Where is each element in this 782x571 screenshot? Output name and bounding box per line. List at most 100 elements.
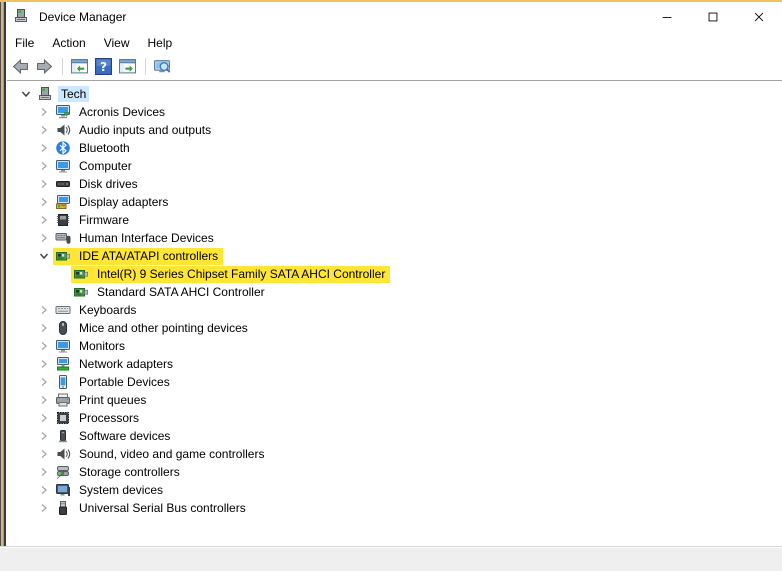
window-left-border: [0, 2, 7, 546]
device-manager-icon: [13, 8, 29, 24]
ide-controller-icon: [73, 284, 89, 300]
usb-icon: [55, 500, 71, 516]
chevron-right-icon[interactable]: [35, 211, 53, 229]
tree-item-content: Computer: [53, 158, 137, 175]
chevron-right-icon[interactable]: [35, 499, 53, 517]
tree-item-system-devices[interactable]: System devices: [7, 481, 782, 499]
toolbar-separator: [145, 58, 146, 75]
menu-help[interactable]: Help: [139, 34, 182, 52]
show-console-tree-button[interactable]: [68, 56, 90, 78]
title-bar: Device Manager: [0, 2, 782, 32]
chevron-down-icon[interactable]: [17, 85, 35, 103]
chevron-right-icon[interactable]: [35, 391, 53, 409]
tree-item-content: Standard SATA AHCI Controller: [71, 284, 270, 301]
tree-item-label: Standard SATA AHCI Controller: [94, 284, 268, 300]
tree-item-bluetooth[interactable]: Bluetooth: [7, 139, 782, 157]
chevron-right-icon[interactable]: [35, 409, 53, 427]
tree-item-sound-video-and-game-controllers[interactable]: Sound, video and game controllers: [7, 445, 782, 463]
tree-item-software-devices[interactable]: Software devices: [7, 427, 782, 445]
scan-computer-icon: [154, 58, 171, 75]
chevron-spacer: [53, 283, 71, 301]
tree-item-content: Software devices: [53, 428, 175, 445]
tree-item-audio-inputs-and-outputs[interactable]: Audio inputs and outputs: [7, 121, 782, 139]
chevron-right-icon[interactable]: [35, 139, 53, 157]
tree-item-acronis-devices[interactable]: Acronis Devices: [7, 103, 782, 121]
menu-file[interactable]: File: [6, 34, 43, 52]
tree-item-label: Keyboards: [76, 302, 139, 318]
chevron-right-icon[interactable]: [35, 175, 53, 193]
device-manager-window: Device Manager FileActionViewHelp ? Tech…: [0, 0, 782, 571]
tree-item-content: Network adapters: [53, 356, 178, 373]
tree-item-processors[interactable]: Processors: [7, 409, 782, 427]
forward-button[interactable]: [33, 56, 55, 78]
help-icon: ?: [95, 58, 112, 75]
window-top-accent: [0, 0, 782, 2]
tree-item-label: Software devices: [76, 428, 173, 444]
chevron-right-icon[interactable]: [35, 373, 53, 391]
scan-hardware-changes-button[interactable]: [151, 56, 173, 78]
tree-item-content: Print queues: [53, 392, 151, 409]
speaker-icon: [55, 446, 71, 462]
back-button[interactable]: [9, 56, 31, 78]
tree-item-content: IDE ATA/ATAPI controllers: [53, 248, 223, 265]
tree-item-display-adapters[interactable]: Display adapters: [7, 193, 782, 211]
tree-item-keyboards[interactable]: Keyboards: [7, 301, 782, 319]
menu-action[interactable]: Action: [43, 34, 94, 52]
chevron-right-icon[interactable]: [35, 427, 53, 445]
tree-item-content: Processors: [53, 410, 144, 427]
chevron-right-icon[interactable]: [35, 355, 53, 373]
storage-controller-icon: [55, 464, 71, 480]
tree-item-mice-and-other-pointing-devices[interactable]: Mice and other pointing devices: [7, 319, 782, 337]
console-tree-icon: [71, 58, 88, 75]
tree-item-human-interface-devices[interactable]: Human Interface Devices: [7, 229, 782, 247]
tree-item-content: Universal Serial Bus controllers: [53, 500, 251, 517]
forward-arrow-icon: [36, 58, 53, 75]
tree-item-label: Intel(R) 9 Series Chipset Family SATA AH…: [94, 266, 388, 282]
tree-item-universal-serial-bus-controllers[interactable]: Universal Serial Bus controllers: [7, 499, 782, 517]
chevron-right-icon[interactable]: [35, 445, 53, 463]
menu-view[interactable]: View: [95, 34, 139, 52]
menu-bar: FileActionViewHelp: [0, 32, 782, 53]
tree-item-monitors[interactable]: Monitors: [7, 337, 782, 355]
chevron-right-icon[interactable]: [35, 463, 53, 481]
tree-item-content: Keyboards: [53, 302, 141, 319]
chevron-right-icon[interactable]: [35, 193, 53, 211]
tree-item-content: Mice and other pointing devices: [53, 320, 253, 337]
ide-controller-icon: [55, 248, 71, 264]
tree-item-label: Display adapters: [76, 194, 171, 210]
chevron-right-icon[interactable]: [35, 301, 53, 319]
chevron-right-icon[interactable]: [35, 481, 53, 499]
tree-item-disk-drives[interactable]: Disk drives: [7, 175, 782, 193]
tree-item-standard-sata-ahci-controller[interactable]: Standard SATA AHCI Controller: [7, 283, 782, 301]
chevron-right-icon[interactable]: [35, 103, 53, 121]
chevron-right-icon[interactable]: [35, 319, 53, 337]
tree-item-content: Sound, video and game controllers: [53, 446, 269, 463]
chevron-right-icon[interactable]: [35, 229, 53, 247]
tree-item-print-queues[interactable]: Print queues: [7, 391, 782, 409]
tree-item-intel-r-9-series-chipset-family-sata-ahci-controller[interactable]: Intel(R) 9 Series Chipset Family SATA AH…: [7, 265, 782, 283]
tree-item-computer[interactable]: Computer: [7, 157, 782, 175]
tree-item-content: Bluetooth: [53, 140, 135, 157]
chevron-right-icon[interactable]: [35, 121, 53, 139]
tree-item-network-adapters[interactable]: Network adapters: [7, 355, 782, 373]
chevron-down-icon[interactable]: [35, 247, 53, 265]
tree-item-ide-ata-atapi-controllers[interactable]: IDE ATA/ATAPI controllers: [7, 247, 782, 265]
printer-icon: [55, 392, 71, 408]
help-button[interactable]: ?: [92, 56, 114, 78]
maximize-button[interactable]: [690, 2, 736, 32]
chevron-right-icon[interactable]: [35, 157, 53, 175]
firmware-chip-icon: [55, 212, 71, 228]
tree-item-label: Audio inputs and outputs: [76, 122, 214, 138]
tree-item-tech[interactable]: Tech: [7, 85, 782, 103]
system-device-icon: [55, 482, 71, 498]
close-button[interactable]: [736, 2, 782, 32]
minimize-button[interactable]: [644, 2, 690, 32]
show-action-pane-button[interactable]: [116, 56, 138, 78]
network-adapter-icon: [55, 356, 71, 372]
tree-item-content: Acronis Devices: [53, 104, 170, 121]
svg-text:?: ?: [99, 60, 106, 74]
tree-item-storage-controllers[interactable]: Storage controllers: [7, 463, 782, 481]
tree-item-firmware[interactable]: Firmware: [7, 211, 782, 229]
chevron-right-icon[interactable]: [35, 337, 53, 355]
tree-item-portable-devices[interactable]: Portable Devices: [7, 373, 782, 391]
